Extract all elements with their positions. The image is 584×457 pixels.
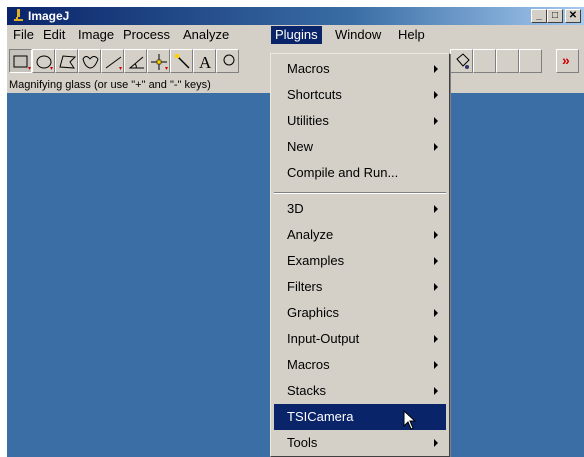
submenu-arrow-icon	[434, 439, 438, 447]
menu-item-input-output[interactable]: Input-Output	[274, 326, 446, 352]
menu-item-new[interactable]: New	[274, 134, 446, 160]
line-tool[interactable]	[101, 49, 124, 73]
menu-item-label: Macros	[287, 61, 330, 76]
menu-item-filters[interactable]: Filters	[274, 274, 446, 300]
menu-item-label: Filters	[287, 279, 323, 294]
menu-item-macros-2[interactable]: Macros	[274, 352, 446, 378]
tool-slot-1[interactable]	[473, 49, 496, 73]
menu-file[interactable]: File	[9, 26, 38, 44]
submenu-arrow-icon	[434, 117, 438, 125]
submenu-arrow-icon	[434, 361, 438, 369]
menu-item-label: Macros	[287, 357, 330, 372]
wand-tool[interactable]	[170, 49, 193, 73]
menu-separator	[274, 192, 446, 194]
crosshair-icon	[151, 54, 168, 70]
menu-item-stacks[interactable]: Stacks	[274, 378, 446, 404]
minimize-button[interactable]: _	[531, 9, 547, 23]
menu-bar: File Edit Image Process Analyze Plugins …	[7, 25, 584, 45]
menu-image[interactable]: Image	[74, 26, 118, 44]
oval-icon	[36, 55, 53, 70]
double-chevron-icon: »	[562, 52, 570, 68]
submenu-arrow-icon	[434, 335, 438, 343]
menu-process[interactable]: Process	[119, 26, 174, 44]
line-icon	[105, 56, 122, 70]
rectangle-icon	[13, 55, 31, 70]
dropper-tool[interactable]	[450, 49, 473, 73]
close-button[interactable]: ✕	[565, 9, 581, 23]
mouse-pointer-icon	[403, 410, 417, 430]
paint-bucket-icon	[456, 53, 470, 69]
menu-item-label: Stacks	[287, 383, 327, 398]
menu-item-label: Tools	[287, 435, 318, 450]
submenu-arrow-icon	[434, 65, 438, 73]
menu-item-label: Compile and Run...	[287, 165, 399, 180]
text-icon: A	[199, 53, 212, 72]
menu-item-label: Examples	[287, 253, 345, 268]
oval-tool[interactable]	[32, 49, 55, 73]
submenu-arrow-icon	[434, 283, 438, 291]
more-tools-button[interactable]: »	[556, 49, 579, 73]
submenu-arrow-icon	[434, 387, 438, 395]
maximize-button[interactable]: □	[547, 9, 563, 23]
window-title: ImageJ	[28, 9, 70, 23]
title-bar[interactable]: ImageJ _ □ ✕	[7, 7, 584, 25]
submenu-arrow-icon	[434, 231, 438, 239]
menu-item-label: New	[287, 139, 314, 154]
zoom-tool[interactable]	[216, 49, 239, 73]
rectangle-tool[interactable]	[9, 49, 32, 73]
menu-item-label: Utilities	[287, 113, 329, 128]
menu-window[interactable]: Window	[331, 26, 385, 44]
freehand-tool[interactable]	[78, 49, 101, 73]
angle-tool[interactable]	[124, 49, 147, 73]
menu-item-utilities[interactable]: Utilities	[274, 108, 446, 134]
point-tool[interactable]	[147, 49, 170, 73]
submenu-arrow-icon	[434, 91, 438, 99]
menu-item-macros[interactable]: Macros	[274, 56, 446, 82]
menu-item-graphics[interactable]: Graphics	[274, 300, 446, 326]
submenu-arrow-icon	[434, 143, 438, 151]
submenu-arrow-icon	[434, 257, 438, 265]
status-text: Magnifying glass (or use "+" and "-" key…	[9, 79, 211, 91]
menu-item-compile-and-run[interactable]: Compile and Run...	[274, 160, 446, 186]
menu-item-shortcuts[interactable]: Shortcuts	[274, 82, 446, 108]
freehand-icon	[82, 56, 99, 69]
menu-item-analyze[interactable]: Analyze	[274, 222, 446, 248]
menu-item-label: 3D	[287, 201, 304, 216]
tool-slot-2[interactable]	[496, 49, 519, 73]
menu-item-label: Input-Output	[287, 331, 360, 346]
microscope-icon	[14, 9, 23, 21]
menu-edit[interactable]: Edit	[39, 26, 69, 44]
menu-help[interactable]: Help	[394, 26, 429, 44]
menu-item-examples[interactable]: Examples	[274, 248, 446, 274]
menu-item-label: TSICamera	[287, 409, 354, 424]
menu-item-label: Analyze	[287, 227, 334, 242]
text-tool[interactable]: A	[193, 49, 216, 73]
menu-item-label: Graphics	[287, 305, 340, 320]
magnifier-icon	[223, 54, 235, 66]
menu-item-tools[interactable]: Tools	[274, 430, 446, 456]
polygon-icon	[59, 55, 77, 69]
tool-slot-3[interactable]	[519, 49, 542, 73]
wand-icon	[175, 54, 190, 69]
menu-item-3d[interactable]: 3D	[274, 196, 446, 222]
menu-analyze[interactable]: Analyze	[179, 26, 233, 44]
menu-item-tsicamera[interactable]: TSICamera	[274, 404, 446, 430]
svg-text:A: A	[199, 53, 212, 72]
submenu-arrow-icon	[434, 309, 438, 317]
angle-icon	[128, 56, 144, 69]
polygon-tool[interactable]	[55, 49, 78, 73]
menu-item-label: Shortcuts	[287, 87, 342, 102]
menu-plugins[interactable]: Plugins	[271, 26, 322, 44]
plugins-menu: Macros Shortcuts Utilities New Compile a…	[270, 53, 450, 457]
submenu-arrow-icon	[434, 205, 438, 213]
